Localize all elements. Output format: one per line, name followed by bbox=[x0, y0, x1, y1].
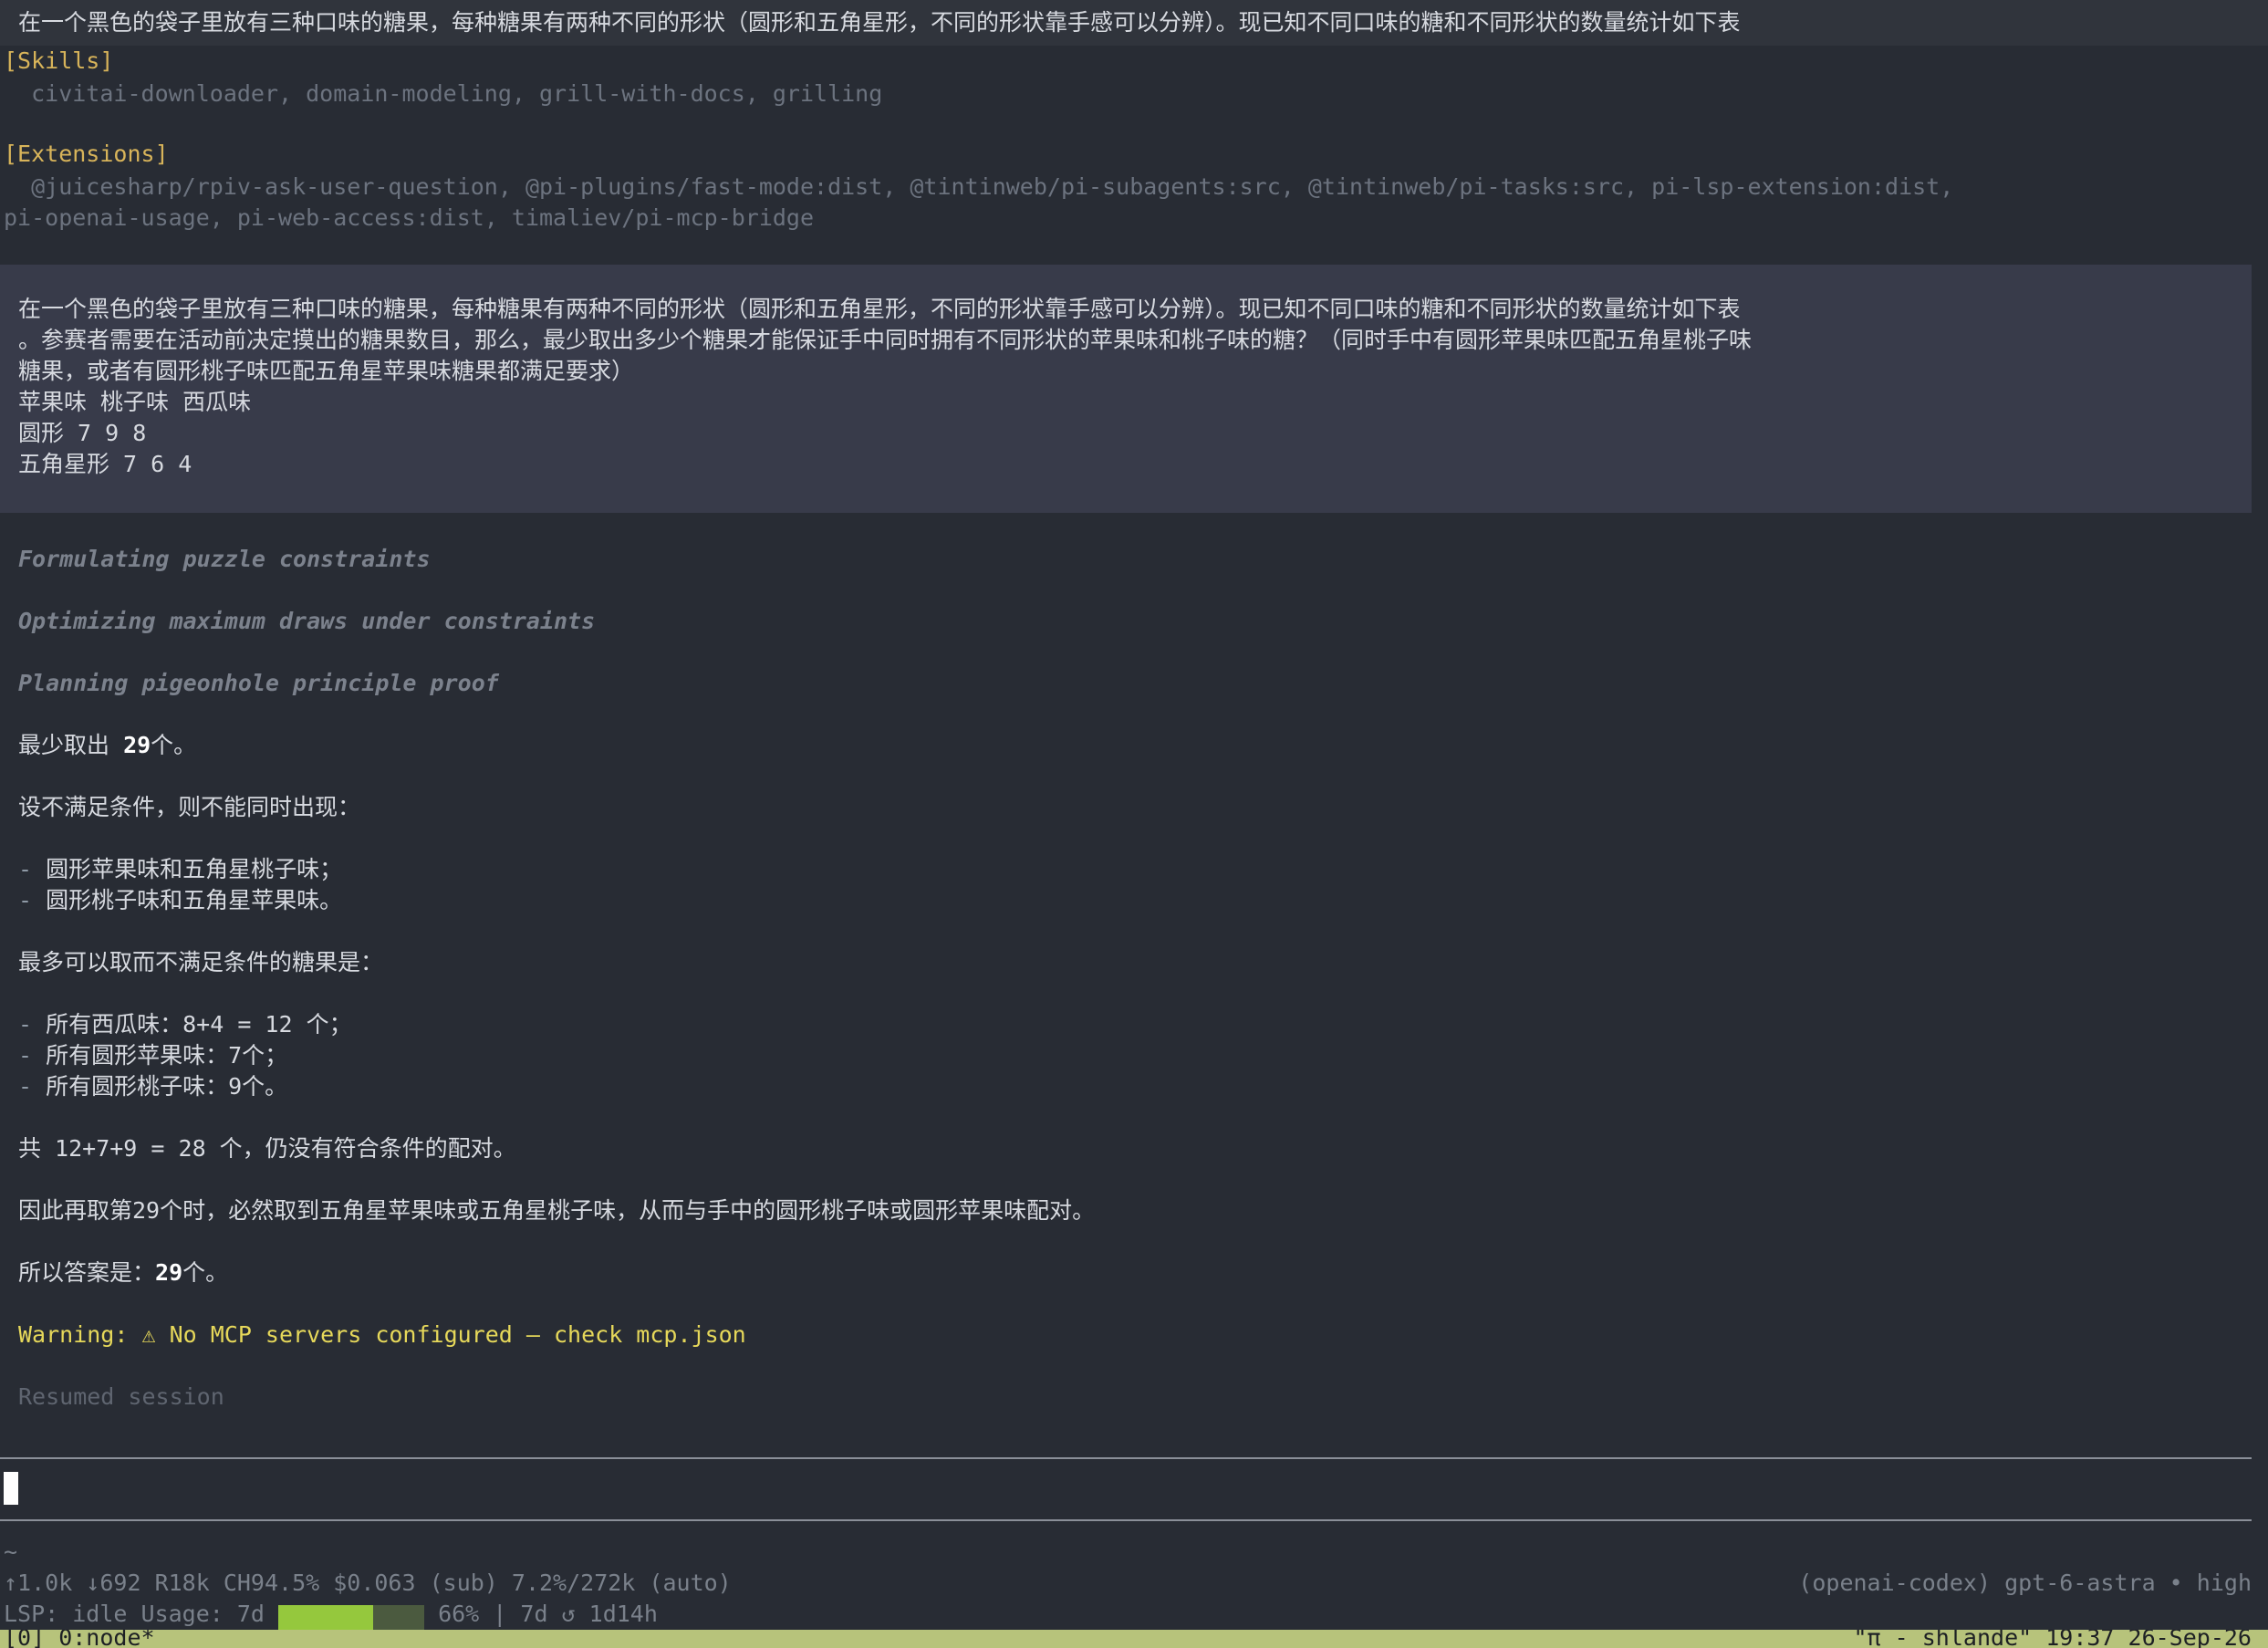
answer-number: 29 bbox=[155, 1259, 183, 1286]
tmux-window-list[interactable]: [0] 0:node* bbox=[4, 1630, 155, 1648]
cwd-indicator: ~ bbox=[4, 1538, 18, 1565]
usage-bar-fill bbox=[278, 1605, 374, 1631]
lsp-status: LSP: idle Usage: 7d bbox=[4, 1601, 279, 1627]
answer-bullet: - 所有西瓜味：8+4 = 12 个； bbox=[18, 1009, 352, 1040]
bullet-marker: - bbox=[18, 1042, 33, 1069]
thinking-step: Planning pigeonhole principle proof bbox=[18, 670, 499, 696]
input-top-divider bbox=[0, 1457, 2252, 1459]
bullet-text: 所有西瓜味：8+4 = 12 个； bbox=[46, 1011, 352, 1038]
usage-bar bbox=[278, 1602, 425, 1631]
answer-paragraph: 因此再取第29个时，必然取到五角星苹果味或五角星桃子味，从而与手中的圆形桃子味或… bbox=[18, 1197, 1096, 1224]
thinking-step: Optimizing maximum draws under constrain… bbox=[18, 608, 596, 634]
resumed-session-notice: Resumed session bbox=[18, 1383, 224, 1410]
answer-paragraph: 共 12+7+9 = 28 个，仍没有符合条件的配对。 bbox=[18, 1135, 516, 1162]
usage-bar-remainder bbox=[373, 1605, 425, 1631]
bullet-text: 圆形苹果味和五角星桃子味； bbox=[46, 856, 343, 882]
answer-conclusion: 所以答案是：29个。 bbox=[18, 1257, 228, 1288]
usage-line: LSP: idle Usage: 7d 66% | 7d ↺ 1d14h bbox=[4, 1599, 658, 1631]
user-message-line: 糖果，或者有圆形桃子味匹配五角星苹果味糖果都满足要求） bbox=[18, 358, 635, 384]
answer-text: 个。 bbox=[151, 732, 197, 758]
answer-bullet: - 圆形桃子味和五角星苹果味。 bbox=[18, 885, 342, 916]
thinking-step: Formulating puzzle constraints bbox=[18, 546, 431, 572]
answer-bullet: - 所有圆形桃子味：9个。 bbox=[18, 1071, 287, 1102]
user-message-line: 在一个黑色的袋子里放有三种口味的糖果，每种糖果有两种不同的形状（圆形和五角星形，… bbox=[18, 296, 1741, 322]
answer-text: 最少取出 bbox=[18, 732, 124, 758]
user-message-line: 。参赛者需要在活动前决定摸出的糖果数目，那么，最少取出多少个糖果才能保证手中同时… bbox=[18, 327, 1753, 353]
answer-summary: 最少取出 29个。 bbox=[18, 730, 196, 761]
bullet-marker: - bbox=[18, 887, 33, 913]
bullet-marker: - bbox=[18, 1011, 33, 1038]
extensions-list-line-1: @juicesharp/rpiv-ask-user-question, @pi-… bbox=[4, 173, 1954, 200]
input-bottom-divider bbox=[0, 1519, 2252, 1521]
answer-paragraph: 最多可以取而不满足条件的糖果是： bbox=[18, 949, 384, 975]
previous-prompt-line: 在一个黑色的袋子里放有三种口味的糖果，每种糖果有两种不同的形状（圆形和五角星形，… bbox=[0, 0, 2268, 46]
tmux-status-bar: [0] 0:node* "π - shlande" 19:37 26-Sep-2… bbox=[0, 1630, 2268, 1648]
skills-heading: [Skills] bbox=[4, 47, 114, 74]
extensions-heading: [Extensions] bbox=[4, 141, 169, 167]
usage-percent: 66% | 7d ↺ 1d14h bbox=[424, 1601, 658, 1627]
answer-text: 个。 bbox=[182, 1259, 229, 1286]
answer-number: 29 bbox=[123, 732, 151, 758]
model-indicator: (openai-codex) gpt-6-astra • high bbox=[1798, 1570, 2252, 1596]
bullet-marker: - bbox=[18, 1073, 33, 1100]
bullet-text: 所有圆形桃子味：9个。 bbox=[46, 1073, 288, 1100]
answer-text: 所以答案是： bbox=[18, 1259, 156, 1286]
bullet-text: 所有圆形苹果味：7个； bbox=[46, 1042, 288, 1069]
mcp-warning: Warning: ⚠ No MCP servers configured — c… bbox=[18, 1321, 746, 1348]
user-message-table-row: 圆形 7 9 8 bbox=[18, 420, 147, 446]
answer-paragraph: 设不满足条件，则不能同时出现： bbox=[18, 794, 361, 820]
user-message-block: 在一个黑色的袋子里放有三种口味的糖果，每种糖果有两种不同的形状（圆形和五角星形，… bbox=[0, 265, 2252, 513]
bullet-marker: - bbox=[18, 856, 33, 882]
user-message-table-header: 苹果味 桃子味 西瓜味 bbox=[18, 389, 252, 415]
extensions-list-line-2: pi-openai-usage, pi-web-access:dist, tim… bbox=[4, 204, 815, 231]
bullet-text: 圆形桃子味和五角星苹果味。 bbox=[46, 887, 343, 913]
tmux-status-right: "π - shlande" 19:37 26-Sep-26 bbox=[1853, 1630, 2252, 1648]
answer-bullet: - 所有圆形苹果味：7个； bbox=[18, 1040, 287, 1071]
token-stats: ↑1.0k ↓692 R18k CH94.5% $0.063 (sub) 7.2… bbox=[4, 1570, 732, 1596]
prompt-input-cursor[interactable] bbox=[4, 1472, 18, 1505]
user-message-table-row: 五角星形 7 6 4 bbox=[18, 451, 192, 477]
skills-list: civitai-downloader, domain-modeling, gri… bbox=[4, 80, 883, 107]
answer-bullet: - 圆形苹果味和五角星桃子味； bbox=[18, 854, 342, 885]
